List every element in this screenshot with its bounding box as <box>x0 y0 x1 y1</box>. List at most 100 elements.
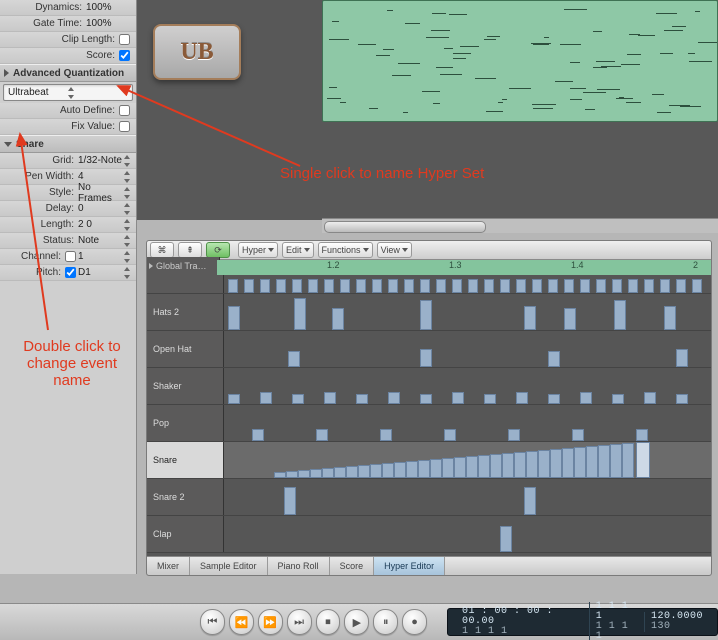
insp-event-6[interactable]: Channel:1 <box>0 249 136 265</box>
lane-shaker[interactable]: Shaker <box>147 368 711 405</box>
chevron-down-icon <box>402 248 408 252</box>
tab-piano-roll[interactable]: Piano Roll <box>268 557 330 575</box>
insp-mid-1-label: Fix Value: <box>4 121 119 132</box>
transport-btn-5[interactable]: ▶ <box>344 609 369 635</box>
link-button[interactable]: ⌘ <box>150 242 174 258</box>
lane-hats-2[interactable]: Hats 2 <box>147 294 711 331</box>
link-icon: ⌘ <box>158 245 167 256</box>
insp-event-2-value: No Frames <box>78 182 124 204</box>
insp-mid-0-label: Auto Define: <box>4 105 119 116</box>
catch-button[interactable]: ⇞ <box>178 242 202 258</box>
transport-btn-6[interactable]: ⏸ <box>373 609 398 635</box>
advanced-quantization-disclosure[interactable]: Advanced Quantization <box>0 64 136 82</box>
lane-area[interactable] <box>224 294 711 330</box>
lane-snare-2[interactable]: Snare 2 <box>147 479 711 516</box>
menu-hyper[interactable]: Hyper <box>238 242 278 258</box>
stepper-icon[interactable] <box>124 187 132 199</box>
stepper-icon[interactable] <box>124 251 132 263</box>
tab-mixer[interactable]: Mixer <box>147 557 190 575</box>
transport-btn-1[interactable]: ⏪ <box>229 609 254 635</box>
insp-mid-1[interactable]: Fix Value: <box>0 119 136 135</box>
menu-functions[interactable]: Functions <box>318 242 373 258</box>
tab-sample-editor[interactable]: Sample Editor <box>190 557 268 575</box>
insp-event-0-value: 1/32-Note <box>78 155 124 166</box>
insp-event-7-checkbox[interactable] <box>65 267 76 278</box>
arrange-hscrollbar[interactable] <box>322 218 718 233</box>
insp-top-1-value: 100% <box>86 18 132 29</box>
hyperset-name-field[interactable]: Ultrabeat <box>3 84 133 101</box>
stepper-icon[interactable] <box>124 155 132 167</box>
insp-event-3[interactable]: Delay:0 <box>0 201 136 217</box>
insp-event-0[interactable]: Grid:1/32-Note <box>0 153 136 169</box>
lane-header[interactable]: Open Hat <box>147 331 224 367</box>
lane-clap[interactable]: Clap <box>147 516 711 553</box>
lane-header[interactable]: Snare <box>147 442 224 478</box>
midi-region[interactable] <box>322 0 718 122</box>
menu-label: Functions <box>322 245 361 255</box>
tab-score[interactable]: Score <box>330 557 375 575</box>
menu-edit[interactable]: Edit <box>282 242 314 258</box>
lane-snare[interactable]: Snare <box>147 442 711 479</box>
adv-quant-label: Advanced Quantization <box>13 68 124 79</box>
track-header-button[interactable]: UB <box>153 24 241 80</box>
stepper-icon[interactable] <box>124 171 132 183</box>
stepper-icon[interactable] <box>124 219 132 231</box>
lane-area[interactable] <box>224 405 711 441</box>
insp-event-6-checkbox[interactable] <box>65 251 76 262</box>
transport-btn-3[interactable]: ⏭ <box>287 609 312 635</box>
insp-event-1-value: 4 <box>78 171 124 182</box>
lane-header[interactable]: Hats 2 <box>147 294 224 330</box>
lane-area[interactable] <box>224 368 711 404</box>
ruler-tick: 1.4 <box>571 260 584 270</box>
lane-area[interactable] <box>224 331 711 367</box>
stepper-icon[interactable] <box>124 235 132 247</box>
beat-lane-head <box>147 275 224 293</box>
chevron-down-icon <box>268 248 274 252</box>
insp-mid-1-checkbox[interactable] <box>119 121 130 132</box>
insp-event-0-label: Grid: <box>4 155 78 166</box>
insp-top-2-checkbox[interactable] <box>119 34 130 45</box>
event-header-label: Snare <box>16 139 44 150</box>
stepper-icon[interactable] <box>68 87 128 99</box>
event-definition-disclosure[interactable]: Snare <box>0 135 136 153</box>
insp-top-3-checkbox[interactable] <box>119 50 130 61</box>
transport-btn-4[interactable]: ⏹ <box>316 609 341 635</box>
midi-in-button[interactable]: ⟳ <box>206 242 230 258</box>
stepper-icon[interactable] <box>124 267 132 279</box>
insp-event-5[interactable]: Status:Note <box>0 233 136 249</box>
lane-header[interactable]: Clap <box>147 516 224 552</box>
ruler-tick: 1.3 <box>449 260 462 270</box>
scrollbar-thumb[interactable] <box>324 221 486 233</box>
lane-area[interactable] <box>224 442 711 478</box>
lane-area[interactable] <box>224 516 711 552</box>
lane-header[interactable]: Snare 2 <box>147 479 224 515</box>
chevron-down-icon <box>304 248 310 252</box>
insp-mid-0-checkbox[interactable] <box>119 105 130 116</box>
insp-event-7[interactable]: Pitch:D1 <box>0 265 136 281</box>
lane-header[interactable]: Shaker <box>147 368 224 404</box>
ruler-tick: 1.2 <box>327 260 340 270</box>
person-icon: ⇞ <box>186 245 194 256</box>
insp-event-4-value: 2 0 <box>78 219 124 230</box>
transport-btn-7[interactable]: ● <box>402 609 427 635</box>
triangle-icon <box>4 142 12 147</box>
transport-lcd[interactable]: 01 : 00 : 00 : 00.001 1 1 11 1 1 11 1 1 … <box>447 608 718 636</box>
transport-btn-0[interactable]: ⏮ <box>200 609 225 635</box>
insp-event-4[interactable]: Length:2 0 <box>0 217 136 233</box>
global-tracks-header[interactable]: Global Tra… <box>147 257 220 276</box>
insp-top-2-label: Clip Length: <box>4 34 119 45</box>
stepper-icon[interactable] <box>124 203 132 215</box>
insp-top-1[interactable]: Gate Time:100% <box>0 16 136 32</box>
tab-hyper-editor[interactable]: Hyper Editor <box>374 557 445 575</box>
insp-top-0[interactable]: Dynamics:100% <box>0 0 136 16</box>
lane-area[interactable] <box>224 479 711 515</box>
insp-top-2[interactable]: Clip Length: <box>0 32 136 48</box>
lane-open-hat[interactable]: Open Hat <box>147 331 711 368</box>
menu-view[interactable]: View <box>377 242 412 258</box>
insp-event-2[interactable]: Style:No Frames <box>0 185 136 201</box>
transport-btn-2[interactable]: ⏩ <box>258 609 283 635</box>
lane-pop[interactable]: Pop <box>147 405 711 442</box>
lane-header[interactable]: Pop <box>147 405 224 441</box>
insp-mid-0[interactable]: Auto Define: <box>0 103 136 119</box>
insp-top-3[interactable]: Score: <box>0 48 136 64</box>
